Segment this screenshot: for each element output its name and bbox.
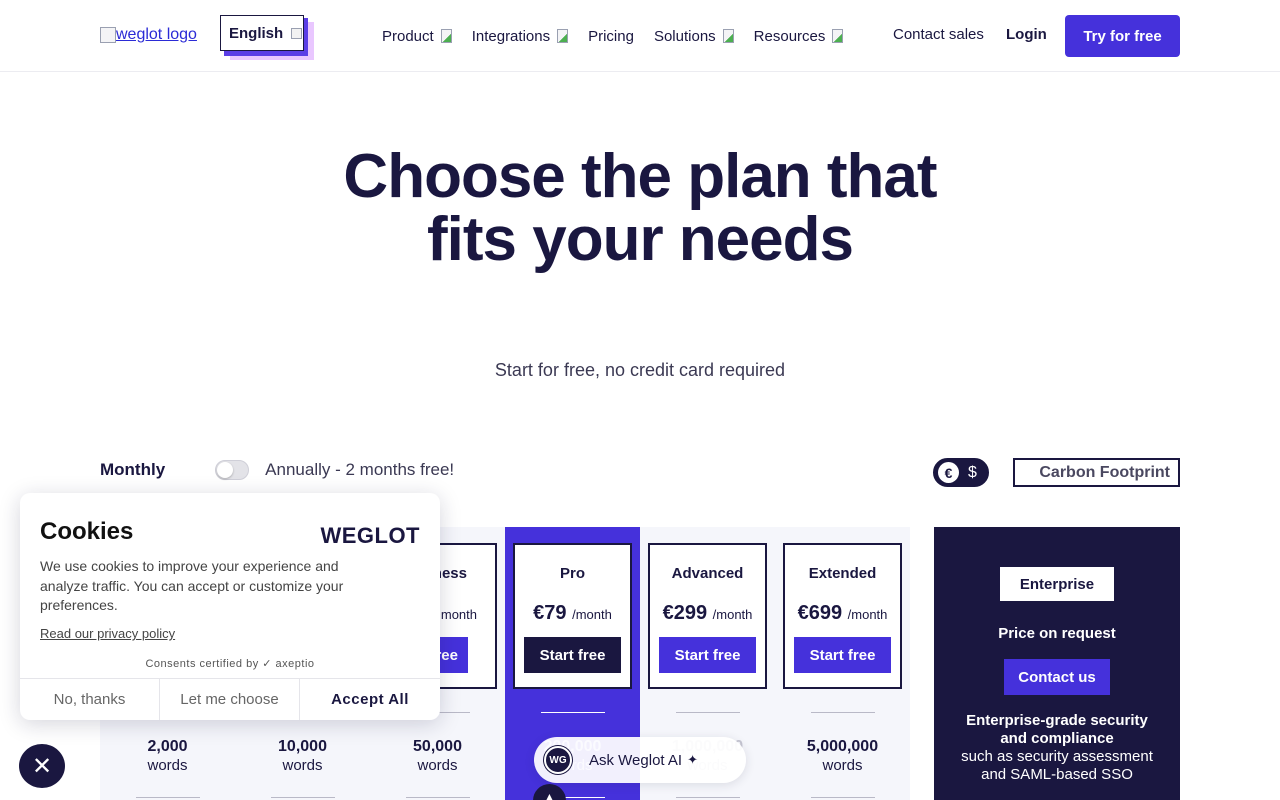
language-selector[interactable]: English (220, 15, 304, 51)
weglot-avatar: WG (544, 746, 572, 774)
chevron-down-icon (832, 29, 844, 43)
divider (541, 712, 605, 713)
contact-sales-link[interactable]: Contact sales (893, 26, 984, 43)
divider (676, 712, 740, 713)
page-subtitle: Start for free, no credit card required (494, 360, 786, 380)
toggle-knob (217, 462, 234, 478)
privacy-policy-link[interactable]: Read our privacy policy (40, 626, 175, 641)
chevron-down-icon (557, 29, 569, 43)
chevron-down-icon (440, 29, 452, 43)
billing-annual-label[interactable]: Annually - 2 months free! (265, 460, 454, 480)
enterprise-feature-title: Enterprise-grade security and compliance (966, 712, 1148, 747)
plan-card-extended: Extended €699 /month Start free (783, 543, 902, 689)
nav-resources[interactable]: Resources (754, 24, 844, 48)
try-for-free-button[interactable]: Try for free (1065, 15, 1180, 57)
plan-pro-start-button[interactable]: Start free (524, 637, 621, 673)
plan-advanced-start-button[interactable]: Start free (659, 637, 756, 673)
cookie-accept-all-button[interactable]: Accept All (300, 679, 440, 720)
chevron-down-icon (291, 27, 303, 39)
nav-integrations[interactable]: Integrations (472, 24, 569, 48)
language-selector-wrap: English (220, 15, 314, 61)
page-title: Choose the plan that fits your needs (343, 142, 937, 274)
chevron-down-icon (722, 29, 734, 43)
cookie-let-me-choose-button[interactable]: Let me choose (160, 679, 300, 720)
dollar-option[interactable]: $ (968, 464, 977, 482)
cookie-description: We use cookies to improve your experienc… (40, 558, 344, 613)
plan-words-free: 2,000 words (147, 738, 188, 774)
currency-switch[interactable]: € $ (933, 458, 989, 487)
divider (136, 797, 200, 798)
plan-card-pro: Pro €79 /month Start free (513, 543, 632, 689)
main-nav: Product Integrations Pricing Solutions R… (382, 24, 863, 48)
contact-us-button[interactable]: Contact us (1004, 659, 1110, 695)
plan-card-enterprise: Enterprise Price on request Contact us E… (934, 527, 1180, 800)
divider (271, 797, 335, 798)
axeptio-certification: Consents certified by ✓ axeptio (145, 658, 315, 670)
site-header: weglot logo English Product Integrations… (0, 0, 1280, 72)
enterprise-feature-desc: such as security assessment and SAML-bas… (961, 748, 1153, 783)
plan-card-advanced: Advanced €299 /month Start free (648, 543, 767, 689)
nav-pricing[interactable]: Pricing (588, 24, 634, 48)
plan-words-business: 50,000 words (413, 738, 462, 774)
carbon-footprint-button[interactable]: Carbon Footprint (1013, 458, 1180, 487)
divider (811, 712, 875, 713)
plan-extended-start-button[interactable]: Start free (794, 637, 891, 673)
enterprise-price: Price on request (998, 625, 1116, 642)
plan-words-extended: 5,000,000 words (806, 738, 879, 774)
nav-product[interactable]: Product (382, 24, 452, 48)
euro-option[interactable]: € (938, 462, 959, 483)
login-link[interactable]: Login (1006, 26, 1047, 43)
cookie-title: Cookies (40, 518, 134, 545)
weglot-cookie-logo: WEGLOT (320, 523, 420, 548)
close-icon[interactable]: ✕ (19, 744, 65, 788)
divider (406, 797, 470, 798)
cookie-actions: No, thanks Let me choose Accept All (20, 678, 440, 720)
sparkle-icon: ✦ (687, 752, 699, 767)
cookie-no-thanks-button[interactable]: No, thanks (20, 679, 160, 720)
ask-weglot-ai-button[interactable]: WG Ask Weglot AI ✦ (534, 737, 746, 783)
billing-toggle[interactable] (215, 460, 250, 480)
nav-solutions[interactable]: Solutions (654, 24, 734, 48)
billing-toggle-row: Monthly Annually - 2 months free! (100, 460, 454, 480)
plan-words-starter: 10,000 words (278, 738, 327, 774)
cookie-banner: Cookies WEGLOT We use cookies to improve… (20, 493, 440, 720)
divider (811, 797, 875, 798)
billing-monthly-label[interactable]: Monthly (100, 460, 165, 480)
enterprise-badge: Enterprise (1000, 567, 1114, 601)
weglot-logo[interactable]: weglot logo (100, 26, 197, 44)
broken-image-icon (100, 27, 116, 43)
divider (676, 797, 740, 798)
